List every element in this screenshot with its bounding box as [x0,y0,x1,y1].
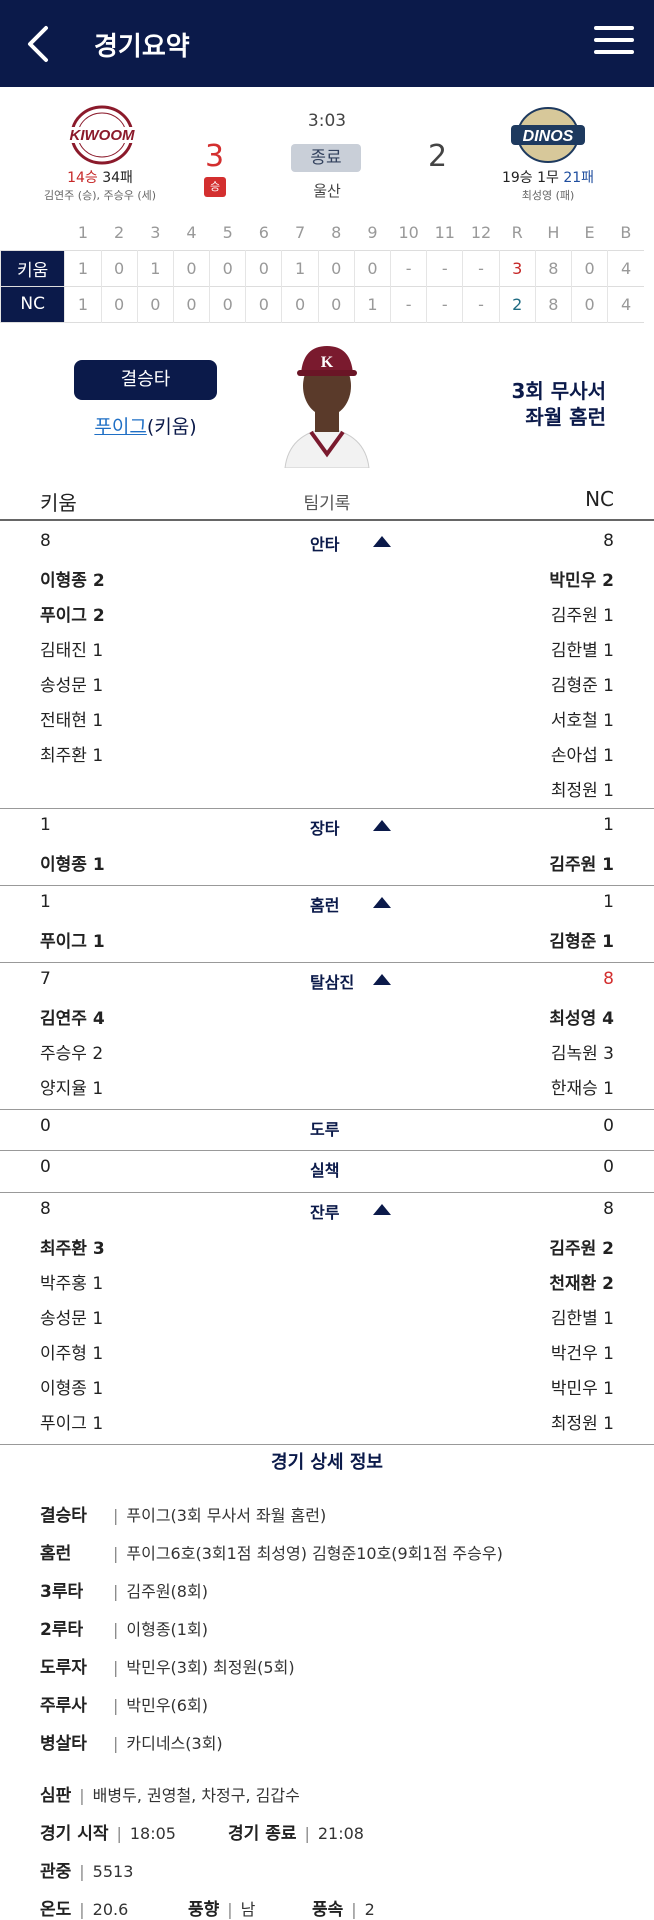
svg-text:K: K [321,354,334,371]
detail-row: 홈런푸이그6호(3회1점 최성영) 김형준10호(9회1점 주승우) [0,1534,654,1572]
dinos-logo-icon: DINOS [511,107,585,163]
record-section-home-runs: 1 홈런 1 푸이그 1 김형준 1 [0,885,654,956]
list-item: 최주환 3 김주원 2 [40,1239,614,1259]
list-item: 양지율 1 한재승 1 [40,1079,614,1099]
record-section-errors: 0 실책 0 [0,1150,654,1186]
winning-hit-highlight: 결승타 푸이그(키움) K 3회 무사서 좌월 홈런 [0,336,654,471]
player-photo: K [275,336,379,468]
section-summary-row[interactable]: 7 탈삼진 8 [0,963,654,998]
list-item: 푸이그 1 김형준 1 [40,932,614,952]
game-details: 경기 상세 정보 결승타푸이그(3회 무사서 좌월 홈런) 홈런푸이그6호(3회… [0,1448,654,1920]
score-summary: KIWOOM 14승 34패 김연주 (승), 주승우 (세) 3 승 3:03… [0,87,654,209]
triangle-up-icon[interactable] [373,974,391,985]
triangle-up-icon[interactable] [373,1204,391,1215]
winning-hit-player[interactable]: 푸이그(키움) [74,412,217,439]
record-section-stolen-bases: 0 도루 0 [0,1109,654,1145]
linescore-header-row: 123 456 789 10 11 12 RHE B [77,223,632,243]
section-summary-row: 0 실책 0 [40,1157,614,1180]
detail-row: 결승타푸이그(3회 무사서 좌월 홈런) [0,1496,654,1534]
record-section-left-on-base: 8 잔루 8 최주환 3 김주원 2 박주홍 1 천재환 2 송성문 1 김한별 1 … [0,1192,654,1438]
list-item: 전태현 1 서호철 1 [40,711,614,731]
away-team-label: NC [585,487,614,511]
hamburger-menu-icon[interactable] [594,26,634,58]
list-item: 이형종 1 박민우 1 [40,1379,614,1399]
list-item: 최정원 1 [550,781,614,801]
list-item: 김연주 4 최성영 4 [40,1009,614,1029]
list-item: 박주홍 1 천재환 2 [40,1274,614,1294]
page-title: 경기요약 [94,32,190,62]
linescore-table: 123 456 789 10 11 12 RHE B 키움 101 000 100 … [0,216,644,323]
triangle-up-icon[interactable] [373,820,391,831]
triangle-up-icon[interactable] [373,897,391,908]
list-item: 이주형 1 박건우 1 [40,1344,614,1364]
triangle-up-icon[interactable] [373,536,391,547]
record-section-hits: 8 안타 8 이형종 2 박민우 2 푸이그 2 김주원 1 김태진 1 김한별 1 … [0,525,654,805]
list-item: 송성문 1 김형준 1 [40,676,614,696]
away-score: 2 [428,139,448,174]
team-records-title: 팀기록 [303,494,351,514]
record-section-strikeouts: 7 탈삼진 8 김연주 4 최성영 4 주승우 2 김녹원 3 양지율 1 한재승 1 [0,962,654,1103]
team-records-header: 키움 팀기록 NC [0,485,654,521]
divider [0,1444,654,1445]
section-summary-row: 0 도루 0 [40,1116,614,1139]
game-times-row: 경기 시작18:05 경기 종료21:08 [0,1814,654,1852]
detail-row: 주루사박민우(6회) [0,1686,654,1724]
game-details-title: 경기 상세 정보 [271,1452,383,1473]
linescore-row-home: 키움 101 000 100 --- 380 4 [0,250,644,286]
list-item: 이형종 2 박민우 2 [40,571,614,591]
record-section-extra-base-hits: 1 장타 1 이형종 1 김주원 1 [0,808,654,879]
list-item: 이형종 1 김주원 1 [40,855,614,875]
list-item: 푸이그 1 최정원 1 [40,1414,614,1434]
section-summary-row[interactable]: 1 장타 1 [0,809,654,844]
svg-text:DINOS: DINOS [523,128,574,145]
section-summary-row[interactable]: 1 홈런 1 [0,886,654,921]
linescore-row-away: NC 100 000 001 --- 280 4 [0,286,644,322]
crowd-row: 관중5513 [0,1852,654,1890]
list-item: 푸이그 2 김주원 1 [40,606,614,626]
section-summary-row[interactable]: 8 잔루 8 [0,1193,654,1228]
detail-row: 병살타카디네스(3회) [0,1724,654,1762]
detail-row: 도루자박민우(3회) 최정원(5회) [0,1648,654,1686]
away-team-record: 19승 1무 21패 [501,170,595,186]
detail-row: 2루타이형종(1회) [0,1610,654,1648]
winning-hit-badge: 결승타 [74,360,217,400]
list-item: 주승우 2 김녹원 3 [40,1044,614,1064]
list-item: 김태진 1 김한별 1 [40,641,614,661]
app-header: 경기요약 [0,0,654,87]
winning-hit-description: 3회 무사서 좌월 홈런 [511,379,606,429]
away-pitchers: 최성영 (패) [521,189,575,202]
list-item: 송성문 1 김한별 1 [40,1309,614,1329]
detail-row: 3루타김주원(8회) [0,1572,654,1610]
game-status-badge: 종료 [291,144,361,172]
chevron-left-icon[interactable] [22,24,56,64]
list-item: 최주환 1 손아섭 1 [40,746,614,766]
section-summary-row[interactable]: 8 안타 8 [0,525,654,560]
umpires-row: 심판배병두, 권영철, 차정구, 김갑수 [0,1776,654,1814]
weather-row: 온도20.6 풍향남 풍속2 [0,1890,654,1920]
home-score: 3 [205,139,225,174]
